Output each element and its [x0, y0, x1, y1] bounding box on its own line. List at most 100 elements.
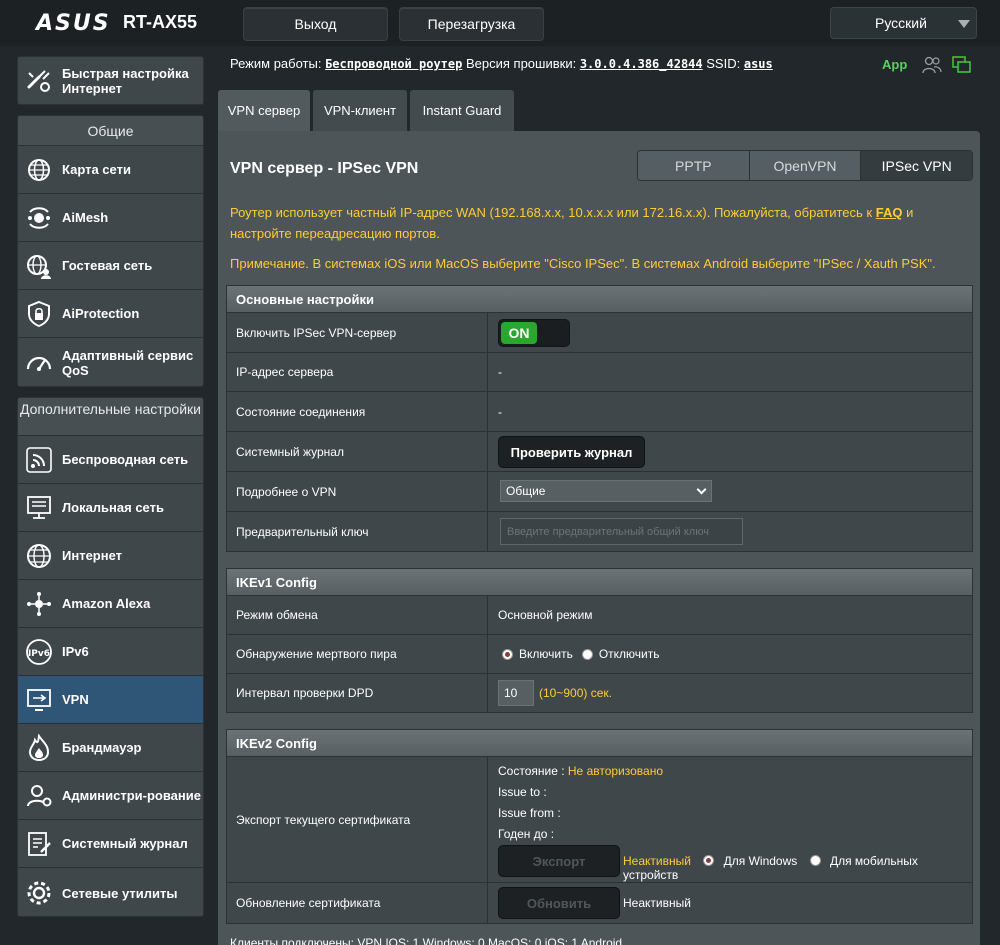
- sidebar-item-quick-setup[interactable]: Быстрая настройка Интернет: [18, 57, 203, 104]
- internet-globe-icon: [27, 543, 51, 568]
- check-log-button[interactable]: Проверить журнал: [498, 436, 645, 468]
- cert-state-label: Состояние :: [498, 764, 565, 778]
- sidebar-label: Администри-рование: [62, 788, 201, 803]
- general-header: Общие: [18, 116, 203, 146]
- system-log-label: Системный журнал: [227, 432, 488, 471]
- sidebar-item-aiprotection[interactable]: AiProtection: [18, 290, 203, 338]
- gear-icon: [27, 881, 51, 905]
- dpd-enable-label: Включить: [519, 647, 573, 661]
- sidebar-item-ipv6[interactable]: IPv6 IPv6: [18, 628, 203, 676]
- advanced-header: Дополнительные настройки: [18, 398, 203, 436]
- chevron-down-icon: [958, 20, 970, 28]
- for-windows-radio[interactable]: [703, 855, 715, 866]
- ipsec-toggle[interactable]: ON: [498, 319, 570, 347]
- seg-pptp[interactable]: PPTP: [638, 151, 750, 180]
- wan-notice-text: Роутер использует частный IP-адрес WAN (…: [230, 205, 873, 220]
- dpd-enable-radio[interactable]: [502, 648, 513, 660]
- update-button[interactable]: Обновить: [498, 887, 620, 919]
- language-select[interactable]: Русский: [830, 7, 977, 39]
- ikev2-header: IKEv2 Config: [226, 729, 973, 757]
- dpd-interval-unit: сек.: [590, 686, 612, 700]
- sidebar-item-qos[interactable]: Адаптивный сервис QoS: [18, 338, 203, 386]
- cert-issue-to: Issue to :: [498, 785, 547, 799]
- row-preshared-key: Предварительный ключ Введите предварител…: [226, 512, 973, 552]
- tab-instant-guard[interactable]: Instant Guard: [410, 90, 514, 131]
- shield-lock-icon: [28, 300, 50, 327]
- ipv6-icon: IPv6: [26, 638, 52, 665]
- ikev1-header: IKEv1 Config: [226, 568, 973, 596]
- sidebar-label: VPN: [62, 692, 89, 707]
- sidebar-item-network-map[interactable]: Карта сети: [18, 146, 203, 194]
- sidebar-label: IPv6: [62, 644, 89, 659]
- svg-text:IPv6: IPv6: [28, 649, 50, 659]
- sidebar-item-administration[interactable]: Администри-рование: [18, 772, 203, 820]
- app-link[interactable]: App: [882, 57, 907, 72]
- cert-state-value: Не авторизовано: [567, 764, 664, 778]
- sidebar-item-network-tools[interactable]: Сетевые утилиты: [18, 868, 203, 916]
- seg-ipsec[interactable]: IPSec VPN: [861, 151, 972, 180]
- sidebar-label: Локальная сеть: [62, 500, 164, 515]
- quick-setup-box: Быстрая настройка Интернет: [17, 56, 204, 105]
- globe-icon: [28, 158, 50, 181]
- toggle-on-label: ON: [501, 322, 537, 344]
- quick-setup-icon: [27, 69, 50, 92]
- row-export-cert: Экспорт текущего сертификата Состояние :…: [226, 757, 973, 883]
- wan-notice: Роутер использует частный IP-адрес WAN (…: [230, 202, 913, 244]
- firmware-link[interactable]: 3.0.0.4.386_42844: [580, 57, 703, 71]
- mode-link[interactable]: Беспроводной роутер: [325, 57, 462, 71]
- sidebar-label: Адаптивный сервис QoS: [62, 348, 194, 378]
- sidebar-label: Гостевая сеть: [62, 258, 153, 273]
- sidebar-label: Беспроводная сеть: [62, 452, 189, 467]
- preshared-key-input[interactable]: Введите предварительный общий ключ: [500, 518, 743, 545]
- cert-state: Состояние : Не авторизовано: [498, 764, 663, 778]
- wifi-icon: [26, 446, 52, 473]
- sidebar-item-lan[interactable]: Локальная сеть: [18, 484, 203, 532]
- vpn-details-select[interactable]: Общие: [500, 480, 712, 502]
- clients-icon[interactable]: [922, 56, 942, 74]
- logout-button[interactable]: Выход: [243, 7, 388, 41]
- sidebar-item-vpn[interactable]: VPN: [18, 676, 203, 724]
- enable-ipsec-label: Включить IPSec VPN-сервер: [227, 313, 488, 352]
- for-mobile-radio[interactable]: [809, 855, 821, 866]
- firmware-label: Версия прошивки:: [465, 56, 577, 71]
- sidebar-label: Интернет: [62, 548, 123, 563]
- row-dpd-interval: Интервал проверки DPD 10 (10~900) сек.: [226, 674, 973, 713]
- row-system-log: Системный журнал Проверить журнал: [226, 432, 973, 472]
- export-button[interactable]: Экспорт: [498, 845, 620, 877]
- sidebar-item-system-log[interactable]: Системный журнал: [18, 820, 203, 868]
- sidebar-label: Amazon Alexa: [62, 596, 151, 611]
- exchange-mode-value: Основной режим: [498, 608, 593, 622]
- sidebar-item-alexa[interactable]: Amazon Alexa: [18, 580, 203, 628]
- advanced-menu: Дополнительные настройки Беспроводная се…: [17, 397, 204, 917]
- vpn-details-value: Общие: [506, 484, 546, 498]
- seg-openvpn[interactable]: OpenVPN: [749, 151, 862, 180]
- dpd-interval-input[interactable]: 10: [498, 680, 534, 706]
- fire-icon: [28, 733, 50, 761]
- row-enable-ipsec: Включить IPSec VPN-сервер ON: [226, 313, 973, 353]
- sidebar-item-firewall[interactable]: Брандмауэр: [18, 724, 203, 772]
- sidebar-label: Быстрая настройка Интернет: [62, 65, 189, 96]
- connection-state-label: Состояние соединения: [227, 392, 488, 431]
- faq-link[interactable]: FAQ: [876, 205, 903, 220]
- sidebar-label: AiProtection: [62, 306, 140, 321]
- guest-network-icon: [27, 254, 51, 279]
- row-update-cert: Обновление сертификата Обновить Неактивн…: [226, 883, 973, 924]
- sidebar-item-wireless[interactable]: Беспроводная сеть: [18, 436, 203, 484]
- row-connection-state: Состояние соединения -: [226, 392, 973, 432]
- sidebar-item-internet[interactable]: Интернет: [18, 532, 203, 580]
- ssid-link[interactable]: asus: [744, 57, 773, 71]
- dpd-disable-radio[interactable]: [581, 648, 593, 660]
- model-name: RT-AX55: [123, 12, 198, 32]
- sidebar-item-guest-network[interactable]: Гостевая сеть: [18, 242, 203, 290]
- vpn-icon: [27, 688, 51, 711]
- tab-vpn-client[interactable]: VPN-клиент: [313, 90, 407, 131]
- speedometer-icon: [26, 356, 52, 371]
- network-status-icon[interactable]: [952, 56, 972, 74]
- sidebar-label: AiMesh: [62, 210, 109, 225]
- sidebar-item-aimesh[interactable]: AiMesh: [18, 194, 203, 242]
- asus-logo[interactable]: ASUS: [36, 11, 111, 36]
- server-ip-value: -: [498, 365, 502, 379]
- reboot-button[interactable]: Перезагрузка: [399, 7, 544, 41]
- tab-vpn-server[interactable]: VPN сервер: [218, 90, 310, 131]
- exchange-mode-label: Режим обмена: [227, 596, 488, 634]
